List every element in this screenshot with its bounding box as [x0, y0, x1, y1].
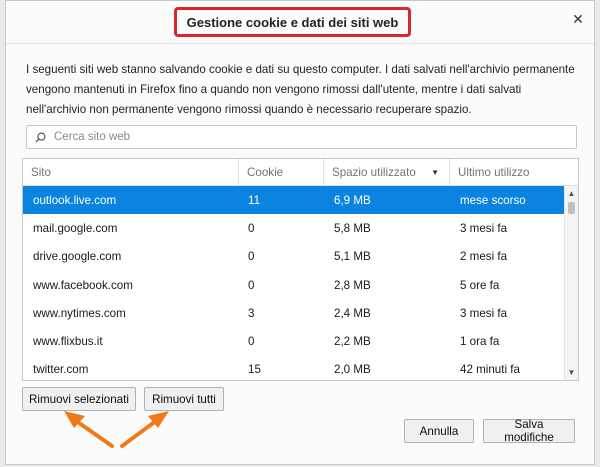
table-scrollbar[interactable]: ▲ ▼ [564, 186, 578, 380]
column-header-last-used[interactable]: Ultimo utilizzo [450, 159, 563, 185]
cell-cookie: 3 [248, 306, 255, 320]
cell-site: twitter.com [33, 363, 89, 377]
cell-space: 2,0 MB [334, 363, 371, 377]
sort-descending-icon: ▼ [431, 167, 439, 177]
cell-space: 6,9 MB [334, 193, 371, 207]
cell-site: outlook.live.com [33, 193, 117, 207]
save-changes-button[interactable]: Salva modifiche [483, 418, 575, 444]
dialog-title: Gestione cookie e dati dei siti web [174, 7, 411, 37]
column-header-space[interactable]: Spazio utilizzato ▼ [324, 159, 450, 185]
search-input[interactable] [52, 130, 556, 144]
cell-cookie: 0 [248, 278, 255, 292]
cell-cookie: 11 [248, 193, 261, 207]
cancel-button[interactable]: Annulla [404, 419, 474, 443]
cell-last-used: 1 ora fa [460, 335, 500, 349]
table-row[interactable]: mail.google.com 0 5,8 MB 3 mesi fa [23, 214, 564, 242]
table-row[interactable]: www.facebook.com 0 2,8 MB 5 ore fa [23, 271, 564, 299]
cell-site: www.flixbus.it [33, 335, 103, 349]
cell-last-used: 3 mesi fa [460, 306, 508, 320]
dialog-title-text: Gestione cookie e dati dei siti web [186, 14, 399, 30]
table-row[interactable]: www.flixbus.it 0 2,2 MB 1 ora fa [23, 327, 564, 355]
table-row[interactable]: drive.google.com 0 5,1 MB 2 mesi fa [23, 243, 564, 271]
table-body: outlook.live.com 11 6,9 MB mese scorso m… [23, 186, 564, 380]
cell-cookie: 0 [248, 250, 255, 264]
remove-all-button[interactable]: Rimuovi tutti [144, 387, 224, 411]
sites-table: Sito Cookie Spazio utilizzato ▼ Ultimo ut… [22, 158, 579, 381]
table-row[interactable]: outlook.live.com 11 6,9 MB mese scorso [23, 186, 564, 215]
cell-space: 5,8 MB [334, 221, 371, 235]
cell-site: drive.google.com [33, 250, 122, 264]
cell-site: mail.google.com [33, 221, 118, 235]
close-icon[interactable]: ✕ [570, 11, 586, 27]
scroll-down-icon[interactable]: ▼ [565, 367, 578, 379]
cell-space: 2,8 MB [334, 278, 371, 292]
column-header-site[interactable]: Sito [23, 159, 239, 185]
cell-cookie: 0 [248, 221, 255, 235]
cell-cookie: 0 [248, 335, 255, 349]
table-row[interactable]: www.nytimes.com 3 2,4 MB 3 mesi fa [23, 299, 564, 327]
cell-site: www.facebook.com [33, 278, 133, 292]
search-icon [35, 132, 46, 143]
cell-last-used: 42 minuti fa [460, 363, 520, 377]
cell-cookie: 15 [248, 363, 261, 377]
cell-space: 2,4 MB [334, 306, 371, 320]
scroll-up-icon[interactable]: ▲ [565, 188, 578, 200]
cell-last-used: mese scorso [460, 193, 526, 207]
table-row[interactable]: twitter.com 15 2,0 MB 42 minuti fa [23, 356, 564, 380]
cookie-manager-dialog: Gestione cookie e dati dei siti web ✕ I … [5, 0, 595, 465]
cell-last-used: 5 ore fa [460, 278, 500, 292]
cell-last-used: 3 mesi fa [460, 221, 508, 235]
dialog-description: I seguenti siti web stanno salvando cook… [26, 63, 575, 116]
cell-space: 2,2 MB [334, 335, 371, 349]
title-divider [6, 43, 594, 44]
search-box[interactable] [26, 125, 577, 149]
scrollbar-thumb[interactable] [568, 202, 575, 214]
cell-site: www.nytimes.com [33, 306, 126, 320]
table-header: Sito Cookie Spazio utilizzato ▼ Ultimo ut… [23, 159, 578, 186]
cell-last-used: 2 mesi fa [460, 250, 508, 264]
remove-selected-button[interactable]: Rimuovi selezionati [22, 387, 136, 411]
column-header-cookie[interactable]: Cookie [239, 159, 324, 185]
cell-space: 5,1 MB [334, 250, 371, 264]
